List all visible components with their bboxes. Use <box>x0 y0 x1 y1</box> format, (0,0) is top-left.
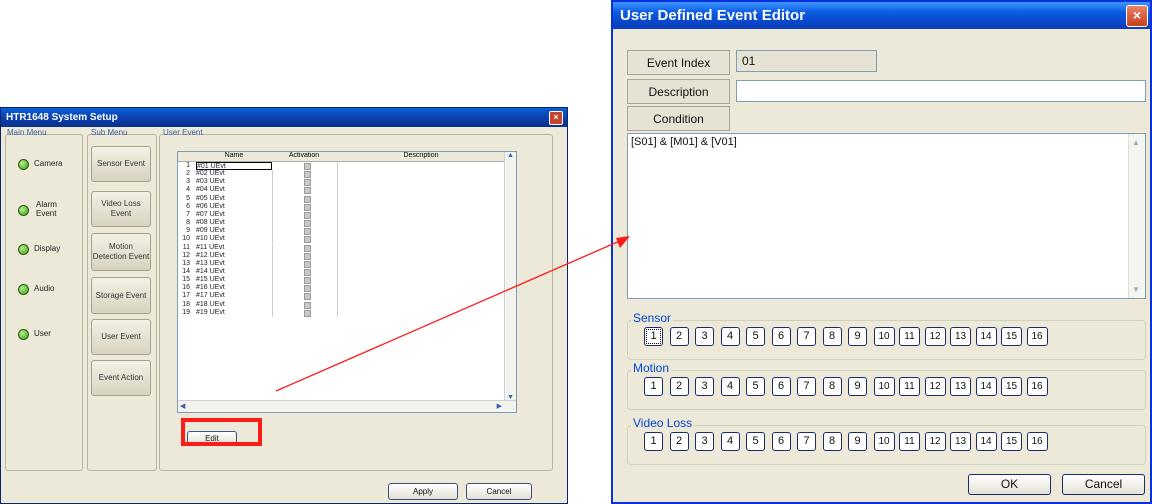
arrowhead-icon <box>616 236 630 248</box>
annotation-arrow <box>275 236 630 392</box>
arrow-line <box>275 239 623 392</box>
